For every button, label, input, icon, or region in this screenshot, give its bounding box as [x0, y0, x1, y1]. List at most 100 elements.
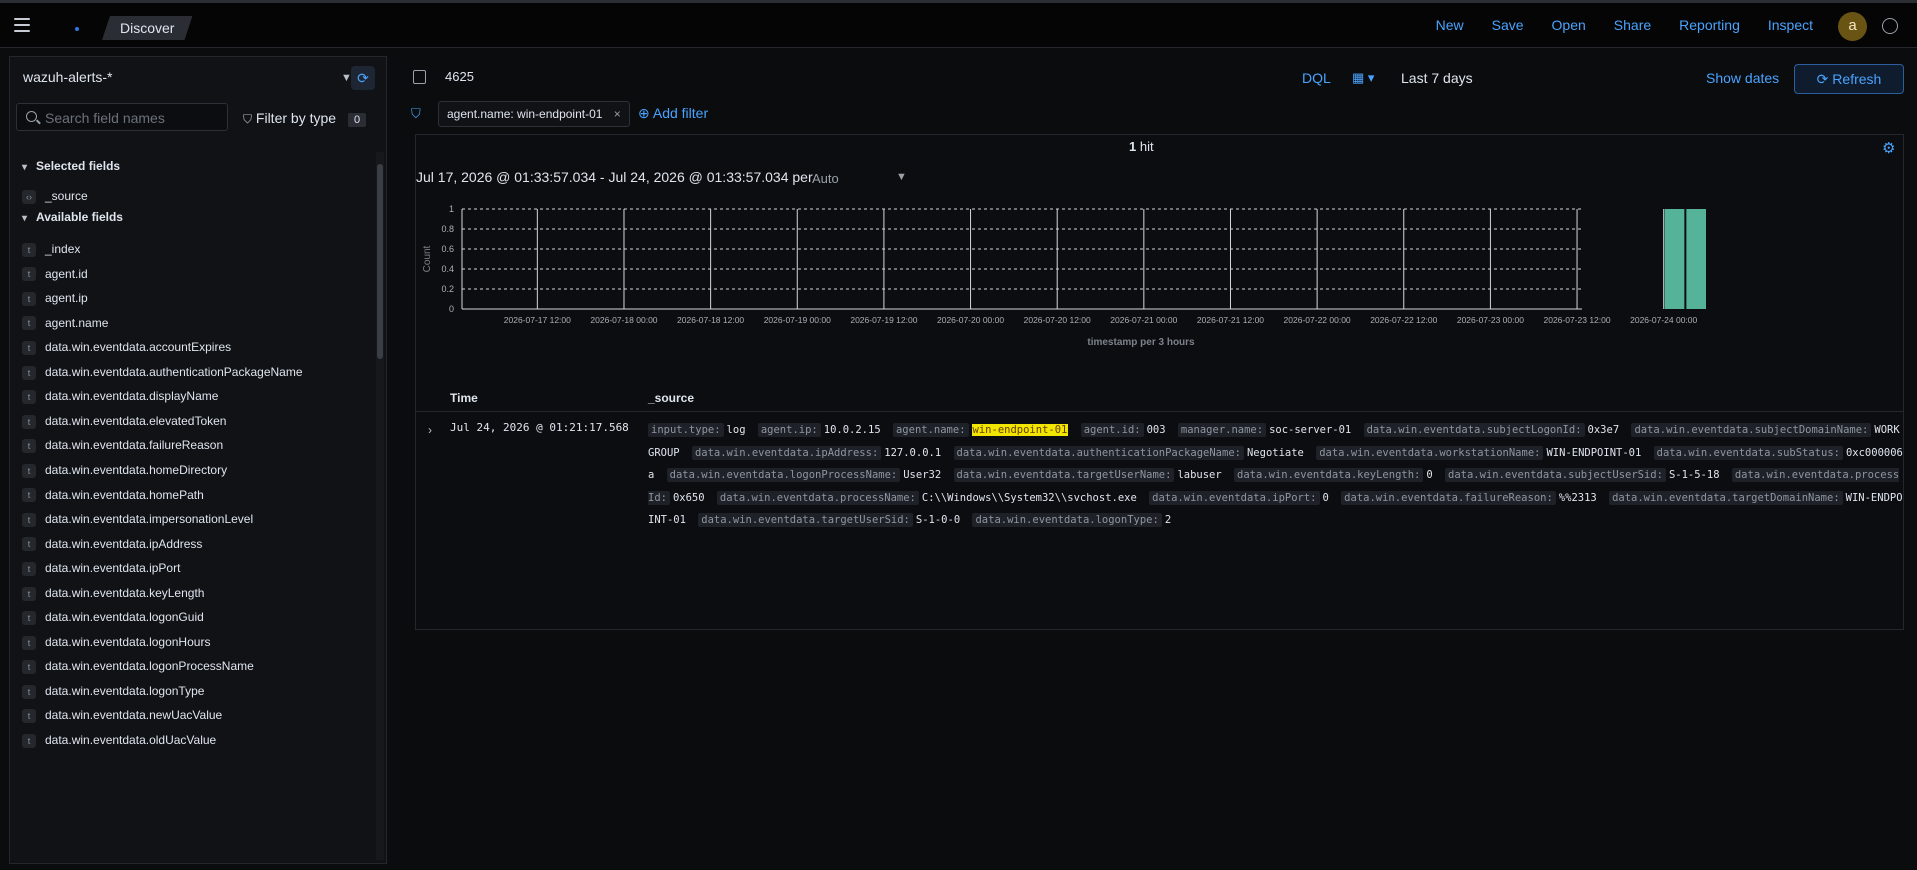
source-field-value: 0x650: [672, 491, 705, 504]
field-item[interactable]: t data.win.eventdata.homeDirectory: [22, 460, 227, 480]
menu-icon[interactable]: [14, 18, 30, 32]
source-type-icon: ‹›: [22, 189, 36, 204]
help-icon[interactable]: [1882, 18, 1898, 34]
field-item[interactable]: t data.win.eventdata.keyLength: [22, 583, 204, 603]
selected-fields-header[interactable]: ▾ Selected fields: [22, 159, 120, 173]
x-tick-label: 2026-07-20 12:00: [1024, 315, 1091, 325]
filter-icon[interactable]: ⛉: [411, 106, 421, 122]
x-tick-label: 2026-07-24 00:00: [1630, 315, 1697, 325]
field-item[interactable]: t agent.name: [22, 313, 108, 333]
field-item[interactable]: t data.win.eventdata.homePath: [22, 485, 204, 505]
scrollbar-thumb[interactable]: [377, 164, 383, 359]
y-tick-label: 0.4: [441, 264, 454, 274]
available-fields-header[interactable]: ▾ Available fields: [22, 210, 123, 224]
field-item[interactable]: t data.win.eventdata.logonType: [22, 681, 204, 701]
query-language-button[interactable]: DQL: [1302, 70, 1331, 86]
string-type-icon: t: [22, 341, 36, 356]
filter-count-badge: 0: [347, 113, 367, 127]
hits-count: 1 hit: [1129, 139, 1154, 154]
column-header-time[interactable]: Time: [450, 391, 478, 405]
field-item[interactable]: t data.win.eventdata.logonGuid: [22, 607, 204, 627]
close-icon[interactable]: ×: [614, 107, 621, 121]
source-field-value: 0x3e7: [1587, 424, 1620, 436]
field-name: data.win.eventdata.authenticationPackage…: [45, 364, 303, 379]
field-item[interactable]: t data.win.eventdata.authenticationPackag…: [22, 362, 303, 382]
source-field-key: agent.ip:: [757, 423, 821, 437]
expand-row-icon[interactable]: ›: [428, 423, 432, 437]
y-tick-label: 1: [449, 204, 454, 214]
field-name: data.win.eventdata.oldUacValue: [45, 733, 217, 747]
field-item[interactable]: t data.win.eventdata.impersonationLevel: [22, 509, 253, 529]
sidebar-scrollbar[interactable]: [376, 152, 384, 860]
calendar-icon[interactable]: ▦ ▾: [1352, 70, 1374, 86]
source-field-key: data.win.eventdata.ipPort:: [1149, 490, 1320, 505]
field-name: data.win.eventdata.homeDirectory: [45, 462, 228, 477]
field-item[interactable]: t agent.ip: [22, 288, 88, 308]
y-tick-label: 0.6: [441, 244, 454, 254]
time-range-label[interactable]: Last 7 days: [1401, 70, 1473, 86]
inspect-link[interactable]: Inspect: [1768, 17, 1813, 33]
field-search-input[interactable]: [45, 108, 221, 128]
open-link[interactable]: Open: [1552, 17, 1586, 33]
field-item[interactable]: t data.win.eventdata.logonProcessName: [22, 656, 254, 676]
index-pattern-select[interactable]: wazuh-alerts-* ▼: [23, 69, 353, 91]
x-axis-label: timestamp per 3 hours: [1087, 337, 1195, 348]
field-item[interactable]: t data.win.eventdata.displayName: [22, 386, 218, 406]
source-field-key: manager.name:: [1177, 423, 1267, 437]
x-tick-label: 2026-07-21 12:00: [1197, 315, 1264, 325]
source-field-key: data.win.eventdata.subStatus:: [1653, 445, 1843, 460]
source-field-value: log: [726, 424, 746, 436]
query-input[interactable]: 4625: [445, 69, 474, 84]
divider: [416, 411, 1903, 412]
field-name: data.win.eventdata.ipPort: [45, 561, 181, 576]
saved-query-icon[interactable]: [413, 70, 426, 84]
field-name: data.win.eventdata.elevatedToken: [45, 413, 227, 428]
field-name: agent.id: [45, 266, 88, 281]
column-header-source[interactable]: _source: [648, 391, 694, 405]
field-name: data.win.eventdata.logonHours: [45, 634, 211, 649]
save-link[interactable]: Save: [1492, 17, 1524, 33]
filter-by-type-label: Filter by type: [255, 110, 337, 126]
breadcrumb[interactable]: Discover: [102, 16, 192, 40]
new-link[interactable]: New: [1436, 17, 1464, 33]
field-item[interactable]: t agent.id: [22, 264, 88, 284]
row-timestamp: Jul 24, 2026 @ 01:21:17.568: [450, 421, 629, 434]
field-item[interactable]: t data.win.eventdata.oldUacValue: [22, 730, 216, 750]
source-field: input.type: log: [648, 423, 746, 437]
string-type-icon: t: [22, 733, 36, 748]
source-field: data.win.eventdata.workstationName: WIN-E…: [1316, 445, 1641, 460]
reporting-link[interactable]: Reporting: [1679, 17, 1740, 33]
field-item[interactable]: t data.win.eventdata.elevatedToken: [22, 411, 226, 431]
avatar[interactable]: a: [1838, 12, 1867, 41]
string-type-icon: t: [22, 561, 36, 576]
field-name: data.win.eventdata.homePath: [45, 487, 204, 502]
field-item[interactable]: t data.win.eventdata.accountExpires: [22, 337, 231, 357]
show-dates-link[interactable]: Show dates: [1706, 70, 1779, 86]
field-item[interactable]: t data.win.eventdata.ipAddress: [22, 534, 202, 554]
field-item[interactable]: ‹› _source: [22, 186, 88, 206]
field-item[interactable]: t _index: [22, 239, 80, 259]
field-item[interactable]: t data.win.eventdata.logonHours: [22, 632, 210, 652]
source-field: data.win.eventdata.failureReason: %%2313: [1341, 490, 1597, 505]
field-name: agent.name: [45, 315, 109, 330]
gear-icon[interactable]: ⚙: [1882, 139, 1895, 157]
filter-pill[interactable]: agent.name: win-endpoint-01 ×: [438, 101, 630, 127]
field-item[interactable]: t data.win.eventdata.failureReason: [22, 435, 223, 455]
app-logo-icon: [75, 27, 79, 31]
source-field-key: data.win.eventdata.keyLength:: [1234, 468, 1424, 482]
string-type-icon: t: [22, 463, 36, 478]
add-filter-button[interactable]: ⊕ Add filter: [638, 105, 708, 122]
field-item[interactable]: t data.win.eventdata.ipPort: [22, 558, 180, 578]
interval-select[interactable]: Auto: [812, 171, 839, 186]
x-tick-label: 2026-07-19 00:00: [764, 315, 831, 325]
hits-label: hit: [1139, 139, 1154, 154]
source-field-value: 003: [1146, 424, 1166, 436]
filter-by-type-button[interactable]: ⛉ Filter by type 0: [243, 110, 367, 127]
share-link[interactable]: Share: [1614, 17, 1651, 33]
refresh-label: Refresh: [1832, 71, 1882, 87]
refresh-button[interactable]: ⟳ Refresh: [1794, 64, 1904, 94]
refresh-index-icon[interactable]: ⟳: [351, 66, 375, 90]
string-type-icon: t: [22, 242, 36, 257]
histogram-bar: [1664, 209, 1685, 309]
field-item[interactable]: t data.win.eventdata.newUacValue: [22, 705, 222, 725]
